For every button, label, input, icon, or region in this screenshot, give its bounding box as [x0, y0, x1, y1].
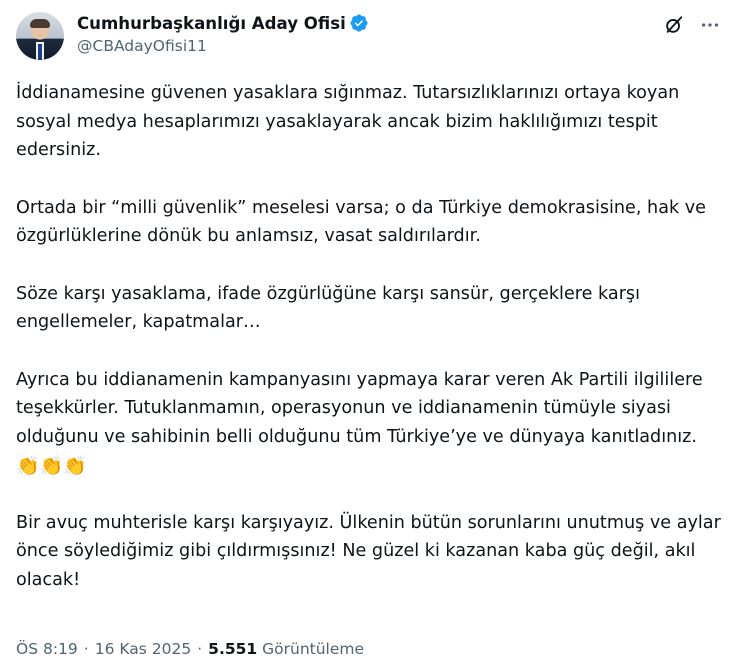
author-name-row: Cumhurbaşkanlığı Aday Ofisi: [77, 13, 369, 33]
tweet-meta: ÖS 8:19 · 16 Kas 2025 · 5.551 Görüntüleme: [16, 640, 364, 658]
avatar[interactable]: [16, 12, 64, 60]
tweet-paragraph-text: Ayrıca bu iddianamenin kampanyasını yapm…: [16, 369, 703, 447]
tweet-paragraph: Bir avuç muhterisle karşı karşıyayız. Ül…: [16, 512, 721, 590]
views-label[interactable]: Görüntüleme: [262, 640, 364, 658]
tweet-header: Cumhurbaşkanlığı Aday Ofisi @CBAdayOfisi…: [16, 10, 721, 64]
views-count[interactable]: 5.551: [208, 640, 257, 658]
clapping-hands-emoji: 👏👏👏: [16, 455, 87, 477]
meta-separator: ·: [83, 640, 89, 658]
verified-badge-icon: [350, 14, 368, 32]
tweet-paragraph: Söze karşı yasaklama, ifade özgürlüğüne …: [16, 283, 640, 333]
meta-separator: ·: [197, 640, 203, 658]
tweet-time[interactable]: ÖS 8:19: [16, 640, 78, 658]
author-handle[interactable]: @CBAdayOfisi11: [77, 37, 207, 55]
more-options-icon[interactable]: [699, 14, 721, 36]
grok-icon[interactable]: [663, 14, 685, 36]
tweet-paragraph: Ortada bir “milli güvenlik” meselesi var…: [16, 197, 707, 247]
tweet-paragraph: İddianamesine güvenen yasaklara sığınmaz…: [16, 83, 680, 160]
tweet-text: İddianamesine güvenen yasaklara sığınmaz…: [16, 79, 724, 594]
author-name[interactable]: Cumhurbaşkanlığı Aday Ofisi: [77, 14, 346, 33]
header-actions: [663, 14, 721, 36]
tweet-paragraph: Ayrıca bu iddianamenin kampanyasını yapm…: [16, 366, 724, 480]
tweet-date[interactable]: 16 Kas 2025: [95, 640, 192, 658]
